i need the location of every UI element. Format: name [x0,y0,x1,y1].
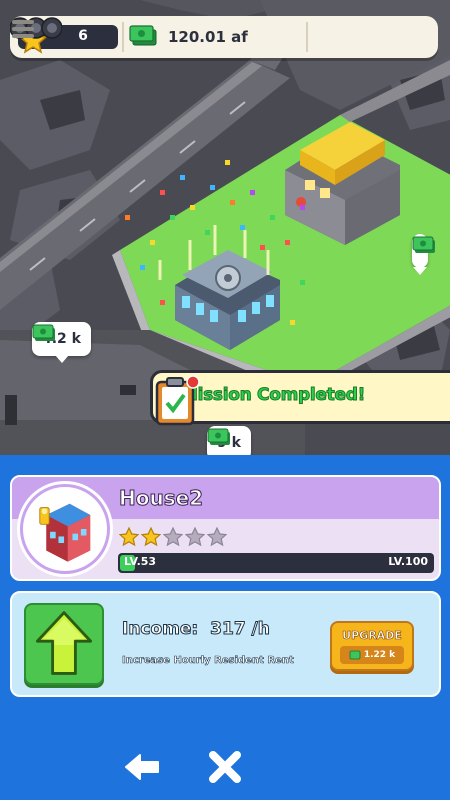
upgrade-card: Income: 317 /h Increase Hourly Resident … [10,591,441,697]
cash-icon [412,236,435,253]
building-star-rating [119,527,227,547]
building-panel: House2 LV.53 LV.100 Income: 317 /h Incre… [0,455,450,800]
clipboard-check-icon[interactable] [153,373,203,429]
income-bubble-right[interactable] [412,234,435,275]
menu-icon[interactable] [10,16,36,42]
cash-icon [207,428,230,445]
back-arrow-icon[interactable] [122,747,162,787]
hud-divider [306,22,308,52]
hud-divider [122,22,124,52]
upgrade-button[interactable]: UPGRADE 1.22 k [330,621,414,671]
upgrade-price-value: 1.22 k [363,650,396,660]
income-bubble-left[interactable]: 4.2 k [32,322,91,363]
top-hud: 6 120.01 af [10,16,438,58]
income-bubble-bottom[interactable]: 9 k [207,426,251,455]
cash-stack-icon [129,25,157,46]
cash-display[interactable]: 120.01 af [128,21,304,53]
star-filled-icon [141,527,161,547]
building-name: House2 [118,486,204,511]
cash-icon [349,650,361,660]
arrow-up-icon [35,611,93,675]
star-empty-icon [185,527,205,547]
star-empty-icon [163,527,183,547]
upgrade-price: 1.22 k [340,646,404,664]
cash-value: 120.01 af [168,28,248,46]
building-info-card: House2 LV.53 LV.100 [10,475,441,581]
house2-thumbnail-icon [39,503,91,562]
star-filled-icon [119,527,139,547]
building-avatar [20,484,110,574]
close-icon[interactable] [205,747,245,787]
income-upgrade-icon-box [24,603,104,685]
building-level-bar: LV.53 LV.100 [118,553,434,573]
income-label: Income: [121,619,199,640]
building-level-current: LV.53 [124,555,157,568]
mission-completed-banner[interactable]: Mission Completed! [150,370,450,426]
upgrade-description: Increase Hourly Resident Rent [122,655,294,667]
income-value: 317 /h [210,619,271,640]
game-world[interactable]: 4.2 k 9 k Mission Completed! [0,0,450,455]
cash-icon [32,324,55,341]
upgrade-button-label: UPGRADE [342,629,402,643]
star-empty-icon [207,527,227,547]
income-line: Income: 317 /h [121,619,271,640]
building-level-max: LV.100 [388,555,428,568]
